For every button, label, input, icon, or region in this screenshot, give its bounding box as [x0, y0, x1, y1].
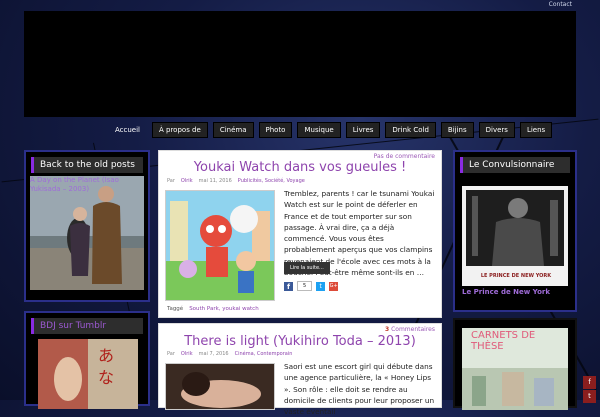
comments-label: Commentaires: [391, 326, 435, 333]
widget-old-posts: Back to the old posts A Day on the Plane…: [24, 150, 150, 302]
widget-title: BDJ sur Tumblr: [31, 318, 143, 334]
tags-label: Taggé: [167, 306, 184, 312]
nav-item-photo[interactable]: Photo: [258, 122, 293, 138]
comments-count: 3: [384, 326, 390, 333]
contact-link[interactable]: Contact: [549, 1, 572, 8]
nav-item-bijins[interactable]: Bijins: [440, 122, 474, 138]
nav-item-accueil[interactable]: Accueil: [108, 122, 147, 138]
post-card: 3 Commentaires There is light (Yukihiro …: [158, 323, 442, 416]
nav-item-divers[interactable]: Divers: [478, 122, 515, 138]
meta-by: Par: [167, 178, 175, 184]
header-banner[interactable]: [24, 11, 576, 117]
nav-item-drink-cold[interactable]: Drink Cold: [385, 122, 436, 138]
google-plus-icon[interactable]: G+: [329, 281, 339, 291]
twitter-icon[interactable]: t: [316, 281, 326, 291]
nav-item-a-propos[interactable]: À propos de: [152, 122, 208, 138]
read-more-button[interactable]: Lire la suite...: [284, 262, 330, 274]
widget-tumblr: BDJ sur Tumblr あ な: [24, 311, 150, 409]
post-thumbnail[interactable]: [165, 190, 275, 301]
post-date: mai 11, 2016: [198, 178, 232, 184]
widget-carnets: CARNETS DE THÈSE: [453, 318, 577, 410]
post-meta: Par Olrik mai 11, 2016 Publicités, Société,…: [167, 178, 311, 184]
widget-title: Le Convulsionnaire: [460, 157, 570, 173]
post-tags: Taggé South Park, youkai watch: [167, 306, 259, 312]
post-excerpt: Saori est une escort girl qui débute dan…: [284, 362, 435, 417]
widget-title: Back to the old posts: [31, 157, 143, 173]
tumblr-poster-image[interactable]: あ な: [38, 339, 138, 409]
post-thumbnail[interactable]: [165, 363, 275, 410]
nav-item-cinema[interactable]: Cinéma: [212, 122, 254, 138]
facebook-count: 5: [297, 281, 313, 291]
author-link[interactable]: Olrik: [181, 178, 193, 184]
main-nav: Accueil À propos de Cinéma Photo Musique…: [108, 122, 553, 138]
share-icon[interactable]: f: [583, 376, 596, 389]
convulsionnaire-link[interactable]: Le Prince de New York: [462, 288, 572, 297]
comments-link[interactable]: 3 Commentaires: [385, 326, 435, 333]
category-links[interactable]: Publicités, Société, Voyage: [238, 178, 305, 184]
author-link[interactable]: Olrik: [181, 351, 193, 357]
post-card: Pas de commentaire Youkai Watch dans vos…: [158, 150, 442, 318]
svg-text:な: な: [98, 368, 114, 387]
comments-link[interactable]: Pas de commentaire: [374, 153, 435, 160]
category-links[interactable]: Cinéma, Contemporain: [235, 351, 293, 357]
nav-item-livres[interactable]: Livres: [345, 122, 381, 138]
book-cover-text: CARNETS DE THÈSE: [471, 330, 536, 352]
meta-by: Par: [167, 351, 175, 357]
post-date: mai 7, 2016: [198, 351, 229, 357]
nav-item-musique[interactable]: Musique: [297, 122, 341, 138]
poster-text: LE PRINCE DE NEW YORK: [480, 273, 552, 279]
share-icon[interactable]: t: [583, 390, 596, 403]
post-meta: Par Olrik mai 7, 2016 Cinéma, Contemporain: [167, 351, 298, 357]
svg-text:あ: あ: [98, 346, 114, 365]
facebook-icon[interactable]: f: [284, 281, 293, 291]
share-bar: f 5 t G+: [284, 281, 339, 291]
old-post-link[interactable]: A Day on the Planet (Isao Yukisada – 200…: [30, 176, 130, 194]
tag-links[interactable]: South Park, youkai watch: [189, 306, 259, 312]
widget-convulsionnaire: Le Convulsionnaire LE PRINCE DE NEW YORK…: [453, 150, 577, 312]
nav-item-liens[interactable]: Liens: [519, 122, 553, 138]
post-title[interactable]: Youkai Watch dans vos gueules !: [159, 160, 441, 175]
movie-poster-image[interactable]: [462, 186, 568, 286]
post-title[interactable]: There is light (Yukihiro Toda – 2013): [159, 334, 441, 349]
